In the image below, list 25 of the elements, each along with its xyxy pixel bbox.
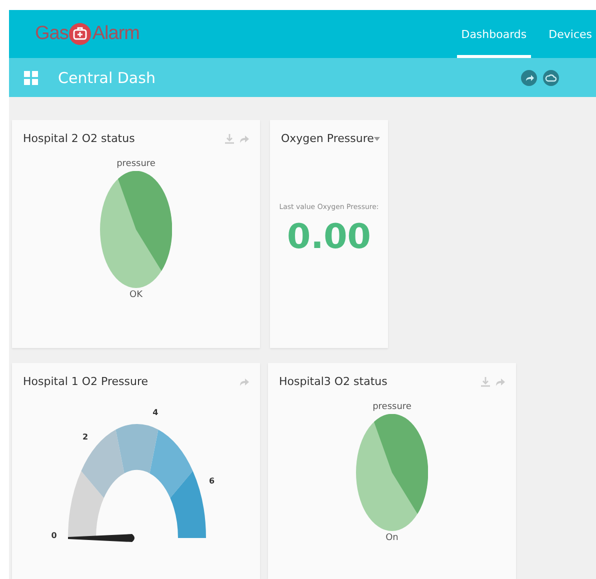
nav-tab[interactable]: Devices <box>544 10 596 58</box>
slice-label: pressure <box>116 159 156 169</box>
slice-label: pressure <box>372 402 412 412</box>
widget-title: Hospital 1 O2 Pressure <box>23 375 148 388</box>
slice-label: OK <box>130 290 142 300</box>
cloud-icon[interactable] <box>543 70 559 86</box>
widget-title: Oxygen Pressure <box>281 132 374 145</box>
download-icon[interactable] <box>481 376 490 386</box>
widget-title: Hospital 2 O2 status <box>23 132 135 145</box>
slice-label: On <box>386 533 398 543</box>
gauge-tick-label: 0 <box>51 531 57 540</box>
dashboard-title: Central Dash <box>58 68 156 86</box>
caret-icon[interactable] <box>374 136 380 140</box>
gauge-tick-label: 2 <box>82 432 88 442</box>
logo-text: Alarm <box>92 23 140 45</box>
share-icon[interactable] <box>521 70 537 86</box>
gauge-tick-label: 6 <box>209 476 215 486</box>
gauge-tick-label: 4 <box>152 408 158 418</box>
medical-bag-icon <box>69 23 92 45</box>
gauge-needle <box>68 534 134 542</box>
download-icon[interactable] <box>225 134 234 144</box>
widget-title: Hospital3 O2 status <box>279 375 388 388</box>
value-reading: 0.00 <box>287 217 371 257</box>
grid-icon[interactable] <box>24 70 38 84</box>
logo-text: Gas <box>35 23 68 45</box>
